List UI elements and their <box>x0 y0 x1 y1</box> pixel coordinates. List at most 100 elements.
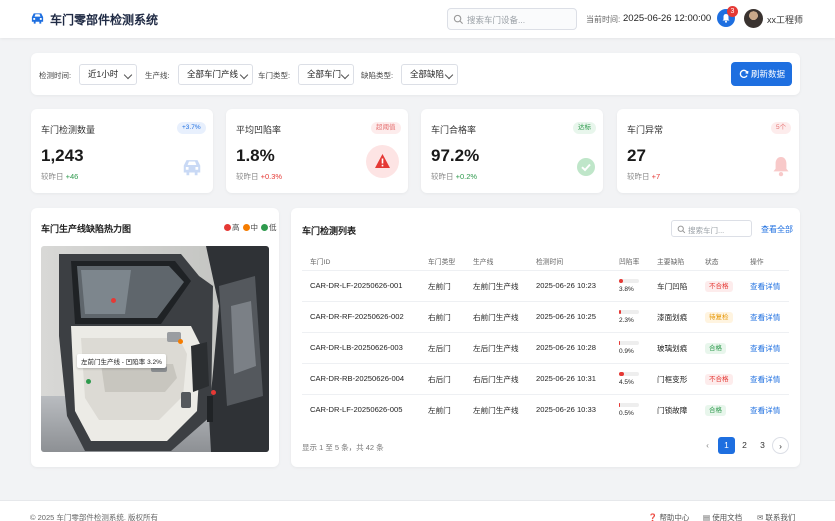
table-row[interactable]: CAR-DR-LF-20250626-005 左前门 左前门生产线 2025-06-2… <box>302 394 789 425</box>
inspection-time: 2025-06-26 10:33 <box>536 405 596 414</box>
stat-value: 1,243 <box>41 146 84 165</box>
inspection-time: 2025-06-26 10:31 <box>536 374 596 383</box>
door-id: CAR-DR-LF-20250626-005 <box>310 405 403 414</box>
status-badge: 不合格 <box>705 281 733 292</box>
prev-page-button[interactable]: ‹ <box>699 437 716 454</box>
main-defect: 车门凹陷 <box>657 282 688 291</box>
pagination-info: 显示 1 至 5 条，共 42 条 <box>302 443 384 452</box>
contact-link[interactable]: ✉ 联系我们 <box>757 512 795 521</box>
door-id: CAR-DR-RB-20250626-004 <box>310 374 405 383</box>
view-detail-link[interactable]: 查看详情 <box>750 374 780 385</box>
door-type: 左前门 <box>428 406 451 415</box>
stat-card-dent-rate: 平均凹陷率 超阈值 1.8% 较昨日 +0.3% <box>226 109 408 193</box>
filter-line-label: 生产线: <box>145 71 170 80</box>
refresh-icon <box>739 69 749 78</box>
production-line: 左前门生产线 <box>473 282 519 291</box>
hotspot-low[interactable] <box>86 379 91 384</box>
stat-title: 车门合格率 <box>431 125 477 135</box>
dent-rate: 2.3% <box>619 317 634 324</box>
main-defect: 漆面划痕 <box>657 313 688 322</box>
page-button-2[interactable]: 2 <box>736 437 753 454</box>
defect-select-value: 全部缺陷 <box>410 69 445 79</box>
view-detail-link[interactable]: 查看详情 <box>750 405 780 416</box>
device-search-input[interactable]: 搜索车门设备... <box>447 8 577 30</box>
car-door-image[interactable]: 左前门生产线 - 凹陷率 3.2% <box>41 246 269 452</box>
defect-select[interactable]: 全部缺陷 <box>401 64 458 85</box>
col-status: 状态 <box>705 259 719 266</box>
page-button-1[interactable]: 1 <box>718 437 735 454</box>
stat-compare: 较昨日 +46 <box>41 172 79 181</box>
door-type: 右前门 <box>428 313 451 322</box>
legend-high: 高 <box>224 222 240 233</box>
stat-value: 97.2% <box>431 146 480 165</box>
user-name[interactable]: xx工程师 <box>767 13 803 26</box>
filter-time-label: 检测时间: <box>39 71 72 80</box>
inspection-list-card: 车门检测列表 搜索车门... 查看全部 车门ID 车门类型 生产线 检测时间 凹… <box>291 208 800 467</box>
legend-mid: 中 <box>242 222 258 233</box>
hotspot-medium[interactable] <box>178 339 183 344</box>
current-time: 2025-06-26 12:00:00 <box>623 13 712 24</box>
production-line: 右后门生产线 <box>473 375 519 384</box>
stat-badge: 5个 <box>771 122 792 134</box>
view-all-link[interactable]: 查看全部 <box>761 224 793 235</box>
inspection-time: 2025-06-26 10:28 <box>536 343 596 352</box>
col-line: 生产线 <box>473 259 494 266</box>
stat-compare: 较昨日 +0.2% <box>431 172 478 181</box>
view-detail-link[interactable]: 查看详情 <box>750 343 780 354</box>
door-id: CAR-DR-LF-20250626-001 <box>310 281 403 290</box>
hotspot-high[interactable] <box>211 390 216 395</box>
refresh-label: 刷新数据 <box>751 69 786 79</box>
status-badge: 待复检 <box>705 312 733 323</box>
view-detail-link[interactable]: 查看详情 <box>750 281 780 292</box>
filter-type-label: 车门类型: <box>258 71 291 80</box>
search-placeholder: 搜索车门设备... <box>467 15 526 25</box>
production-line: 左前门生产线 <box>473 406 519 415</box>
chevron-down-icon <box>239 70 249 80</box>
production-line: 右前门生产线 <box>473 313 519 322</box>
type-select[interactable]: 全部车门 <box>298 64 354 85</box>
docs-link[interactable]: ▤ 使用文档 <box>703 512 742 521</box>
bell-icon <box>773 157 789 177</box>
view-detail-link[interactable]: 查看详情 <box>750 312 780 323</box>
chevron-down-icon <box>340 70 350 80</box>
doc-icon: ▤ <box>703 513 711 521</box>
col-action: 操作 <box>750 259 764 266</box>
car-icon <box>183 160 201 176</box>
warning-icon <box>366 145 399 178</box>
stat-badge: 达标 <box>573 122 596 134</box>
hotspot-high[interactable] <box>111 298 116 303</box>
page-button-3[interactable]: 3 <box>754 437 771 454</box>
dent-rate-bar <box>619 279 639 283</box>
dent-rate-bar <box>619 310 639 314</box>
line-select[interactable]: 全部车门产线 <box>178 64 253 85</box>
main-defect: 门锁故障 <box>657 406 688 415</box>
chevron-down-icon <box>444 70 454 80</box>
table-row[interactable]: CAR-DR-RB-20250626-004 右后门 右后门生产线 2025-06-2… <box>302 363 789 394</box>
time-select[interactable]: 近1小时 <box>79 64 137 85</box>
chevron-down-icon <box>123 70 133 80</box>
refresh-button[interactable]: 刷新数据 <box>731 62 792 86</box>
table-row[interactable]: CAR-DR-RF-20250626-002 右前门 右前门生产线 2025-06-2… <box>302 301 789 332</box>
next-page-button[interactable]: › <box>772 437 789 454</box>
inspection-time: 2025-06-26 10:23 <box>536 281 596 290</box>
table-row[interactable]: CAR-DR-LF-20250626-001 左前门 左前门生产线 2025-06-2… <box>302 270 789 301</box>
help-center-link[interactable]: ❓ 帮助中心 <box>648 512 689 521</box>
heatmap-tooltip: 左前门生产线 - 凹陷率 3.2% <box>77 354 166 368</box>
status-badge: 不合格 <box>705 374 733 385</box>
legend-low: 低 <box>261 222 277 233</box>
dent-rate-bar <box>619 341 639 345</box>
defect-heatmap-card: 车门生产线缺陷热力图 高 中 低 左前门生产线 - 凹陷率 3.2% <box>31 208 279 467</box>
page-footer: © 2025 车门零部件检测系统. 版权所有 ❓ 帮助中心 ▤ 使用文档 ✉ 联… <box>0 500 835 521</box>
avatar[interactable] <box>744 9 763 28</box>
stat-compare: 较昨日 +0.3% <box>236 172 283 181</box>
stat-card-anomalies: 车门异常 5个 27 较昨日 +7 <box>617 109 799 193</box>
table-row[interactable]: CAR-DR-LB-20250626-003 左后门 左后门生产线 2025-06-2… <box>302 332 789 363</box>
help-icon: ❓ <box>648 513 658 521</box>
main-defect: 门框变形 <box>657 375 688 384</box>
table-search-input[interactable]: 搜索车门... <box>671 220 752 237</box>
filter-bar: 检测时间: 近1小时 生产线: 全部车门产线 车门类型: 全部车门 缺陷类型: … <box>31 53 800 95</box>
door-type: 左前门 <box>428 282 451 291</box>
stat-badge: +3.7% <box>177 122 206 134</box>
time-label: 当前时间: <box>586 15 621 24</box>
col-door-type: 车门类型 <box>428 259 456 266</box>
